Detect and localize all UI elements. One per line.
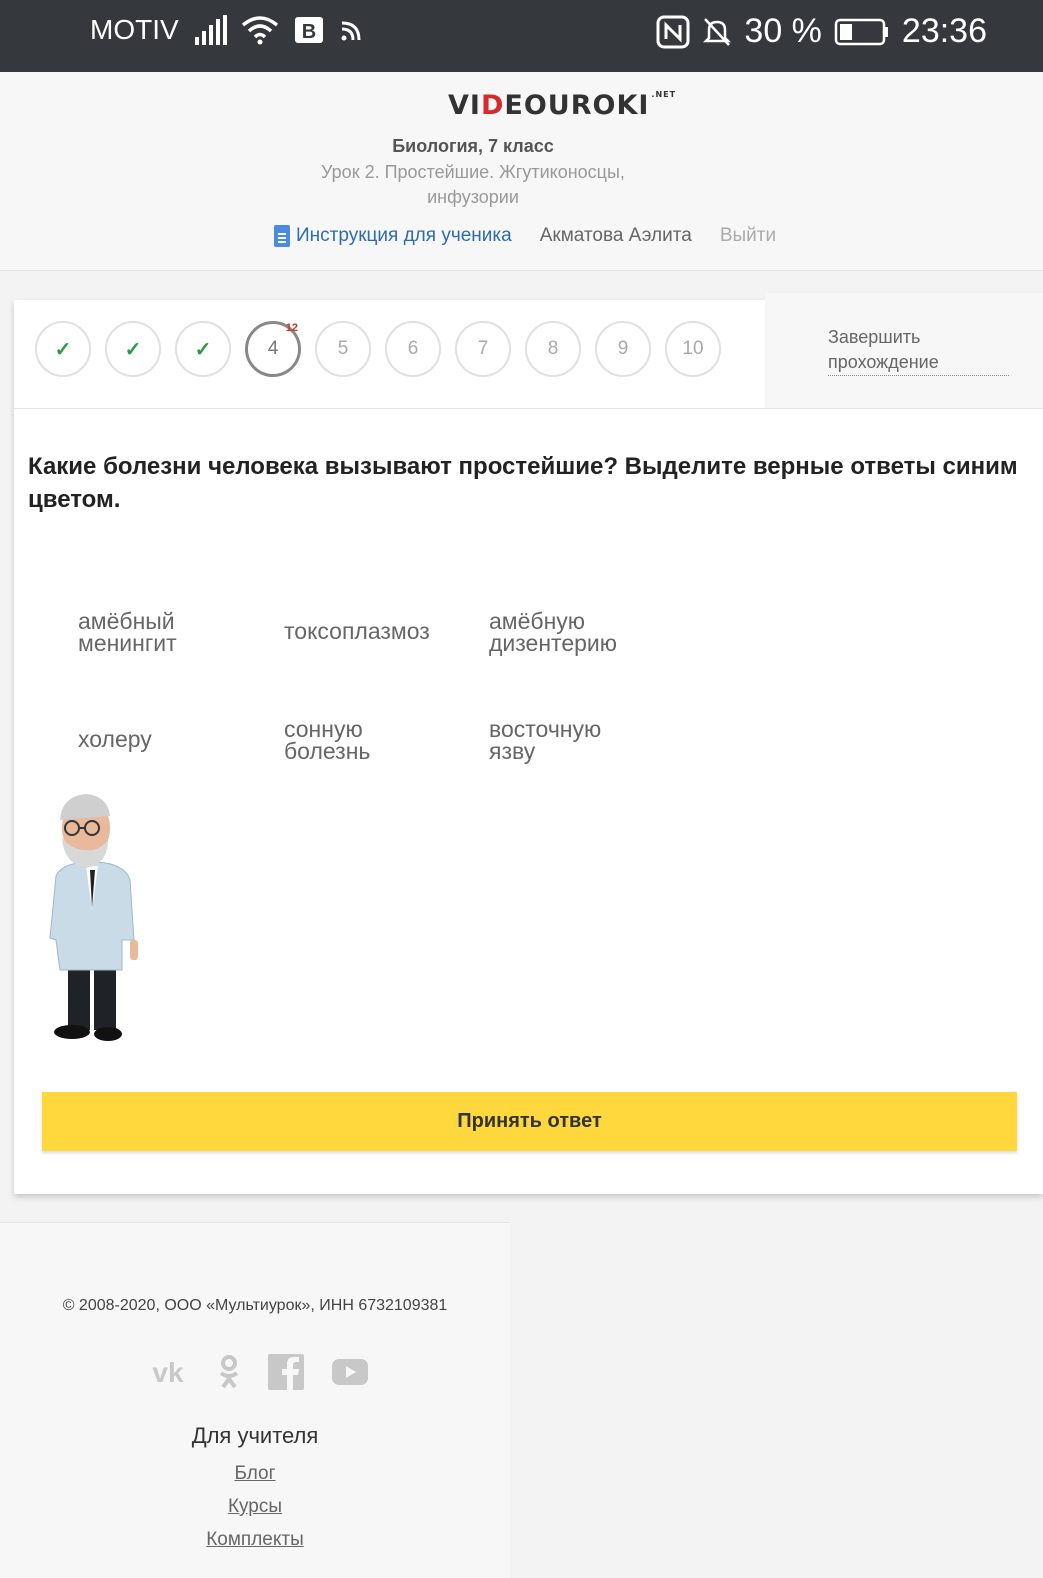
answer-options: амёбный менингит токсоплазмоз амёбную дизе…: [78, 600, 698, 790]
answer-option[interactable]: амёбную дизентерию: [489, 610, 617, 655]
footer-link-kits[interactable]: Комплекты: [0, 1529, 510, 1551]
question-step-9[interactable]: 9: [595, 321, 651, 377]
signal-icon: [194, 15, 227, 45]
youtube-icon[interactable]: [331, 1358, 369, 1386]
facebook-icon[interactable]: [267, 1353, 305, 1391]
site-header: VIDEOUROKI .NET Биология, 7 класс Урок 2.…: [0, 72, 1043, 271]
question-step-5[interactable]: 5: [315, 321, 371, 377]
finish-quiz-link[interactable]: Завершить прохождение: [828, 325, 1009, 376]
question-stepper: ✓ ✓ ✓ 4 12 5 6 7 8 9 10 Завершить прохождение: [14, 293, 1043, 409]
svg-text:vk: vk: [152, 1358, 184, 1386]
footer-link-courses[interactable]: Курсы: [0, 1496, 510, 1518]
checkmark-icon: ✓: [194, 338, 212, 361]
step-number: 8: [547, 338, 559, 359]
nfc-icon: [656, 15, 690, 48]
user-name: Акматова Аэлита: [539, 225, 692, 246]
question-step-10[interactable]: 10: [665, 321, 721, 377]
document-icon: [274, 225, 290, 247]
lesson-title: Урок 2. Простейшие. Жгутиконосцы, инфузо…: [321, 162, 625, 207]
question-step-6[interactable]: 6: [385, 321, 441, 377]
step-number: 6: [407, 338, 419, 359]
svg-text:B: B: [301, 21, 315, 43]
clock: 23:36: [901, 12, 987, 50]
answer-option[interactable]: сонную болезнь: [284, 718, 370, 763]
step-number: 4: [267, 338, 279, 359]
site-footer: © 2008-2020, ООО «Мультиурок», ИНН 67321…: [0, 1222, 510, 1578]
step-number: 5: [337, 338, 349, 359]
step-number: 7: [477, 338, 489, 359]
bell-off-icon: [703, 17, 732, 46]
battery-icon: [834, 18, 888, 45]
copyright-text: © 2008-2020, ООО «Мультиурок», ИНН 67321…: [62, 1297, 448, 1314]
odnoklassniki-icon[interactable]: [217, 1355, 241, 1389]
quiz-card: ✓ ✓ ✓ 4 12 5 6 7 8 9 10 Завершить прохождение Каки…: [14, 293, 1043, 1194]
question-step-2[interactable]: ✓: [105, 321, 161, 377]
footer-section-title: Для учителя: [191, 1423, 319, 1448]
instruction-link[interactable]: Инструкция для ученика: [274, 225, 512, 247]
step-number: 9: [617, 338, 629, 359]
answer-option[interactable]: холеру: [78, 728, 152, 751]
question-step-1[interactable]: ✓: [35, 321, 91, 377]
footer-link-blog[interactable]: Блог: [0, 1463, 510, 1485]
question-text: Какие болезни человека вызывают простейш…: [28, 453, 1018, 513]
submit-answer-button[interactable]: Принять ответ: [42, 1092, 1017, 1151]
question-step-4[interactable]: 4 12: [245, 321, 301, 377]
course-title: Биология, 7 класс: [392, 136, 554, 156]
finish-panel: Завершить прохождение: [765, 293, 1043, 408]
social-links: vk: [145, 1353, 369, 1391]
professor-mascot-icon: [49, 794, 138, 1041]
wifi-icon: [241, 16, 278, 45]
question-step-8[interactable]: 8: [525, 321, 581, 377]
battery-percent: 30 %: [744, 12, 822, 50]
cast-icon: [341, 21, 361, 41]
checkmark-icon: ✓: [124, 338, 142, 361]
b-badge-icon: B: [294, 17, 323, 43]
answer-option[interactable]: токсоплазмоз: [284, 620, 430, 643]
videouroki-logo[interactable]: VIDEOUROKI .NET: [448, 90, 676, 121]
question-step-7[interactable]: 7: [455, 321, 511, 377]
logout-link[interactable]: Выйти: [720, 225, 776, 247]
answer-option[interactable]: восточную язву: [489, 718, 601, 763]
status-bar: MOTIV B 30 % 23:36: [0, 0, 1043, 72]
answer-option[interactable]: амёбный менингит: [78, 610, 177, 655]
carrier-name: MOTIV: [90, 14, 179, 45]
step-badge: 12: [285, 322, 298, 334]
step-number: 10: [682, 338, 704, 359]
question-step-3[interactable]: ✓: [175, 321, 231, 377]
checkmark-icon: ✓: [54, 338, 72, 361]
vk-icon[interactable]: vk: [145, 1358, 191, 1386]
